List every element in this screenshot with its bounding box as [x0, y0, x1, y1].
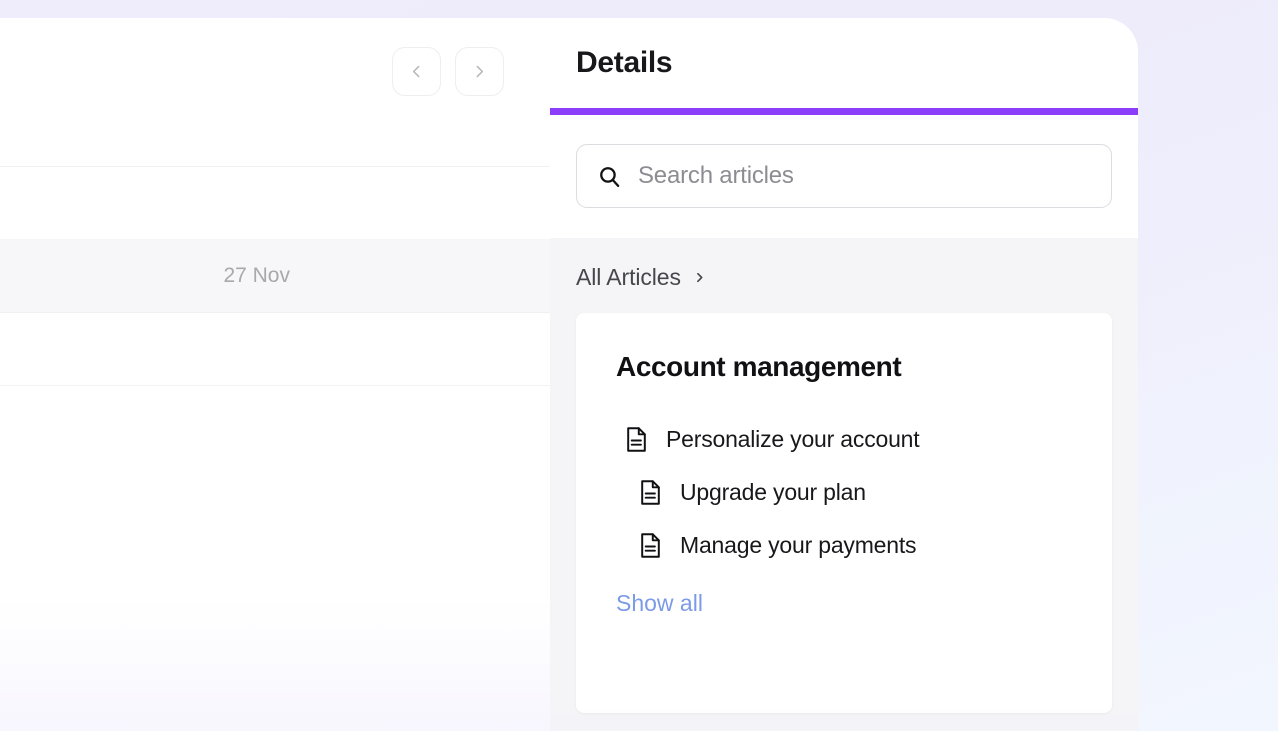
widget-header: Details	[550, 18, 1138, 108]
search-section: Search articles	[550, 115, 1138, 238]
table-row[interactable]: 27 Nov	[0, 240, 550, 313]
next-button[interactable]	[455, 46, 504, 96]
list-row-blank	[0, 167, 550, 240]
list-item[interactable]: Manage your payments	[576, 519, 1112, 572]
app-window: ets in one place	[0, 18, 1138, 731]
ticket-header: ets in one place	[0, 18, 550, 124]
list-item[interactable]: Personalize your account	[576, 413, 1112, 466]
help-widget-panel: Details Search articles All Articles Acc…	[550, 18, 1138, 731]
search-icon	[597, 164, 622, 189]
search-input[interactable]: Search articles	[576, 144, 1112, 208]
article-title: Upgrade your plan	[680, 479, 866, 505]
search-placeholder: Search articles	[638, 162, 794, 189]
article-title: Personalize your account	[666, 426, 920, 452]
previous-button[interactable]	[392, 46, 441, 96]
screen: ets in one place	[0, 0, 1278, 731]
accent-bar	[550, 108, 1138, 115]
document-icon	[624, 426, 649, 453]
breadcrumb[interactable]: All Articles	[550, 238, 1138, 313]
table-row[interactable]: Widget	[0, 313, 550, 386]
panel-title: Details	[576, 46, 673, 79]
show-all-link[interactable]: Show all	[576, 590, 1112, 647]
ticket-rows: 27 Nov Widget	[0, 167, 550, 386]
pagination-controls	[392, 46, 504, 96]
pane-bottom-fade	[0, 598, 550, 731]
breadcrumb-label: All Articles	[576, 264, 681, 290]
article-list: Personalize your account Upgrade your pl…	[576, 413, 1112, 572]
chevron-right-icon	[693, 270, 706, 285]
list-item[interactable]: Upgrade your plan	[576, 466, 1112, 519]
article-collection-card: Account management Personalize your acco…	[576, 313, 1112, 713]
row-date: 27 Nov	[223, 264, 290, 287]
ticket-list-pane: ets in one place	[0, 18, 550, 731]
document-icon	[638, 532, 663, 559]
collection-heading: Account management	[616, 351, 902, 382]
document-icon	[638, 479, 663, 506]
article-title: Manage your payments	[680, 532, 917, 558]
